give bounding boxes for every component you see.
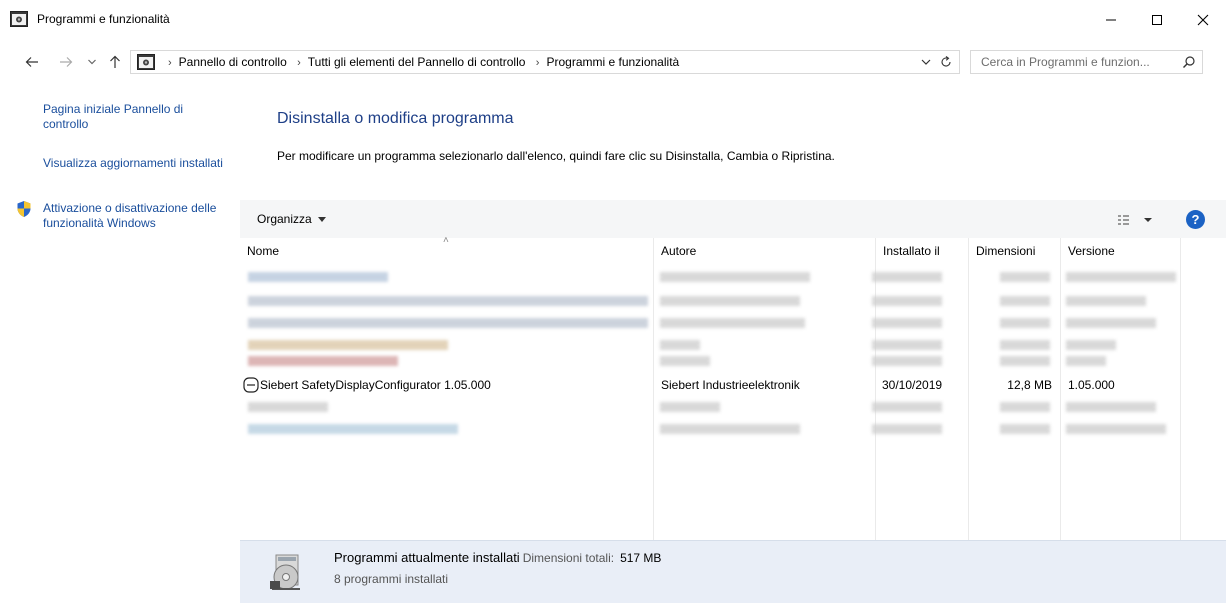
program-size: 12,8 MB <box>1007 378 1052 392</box>
instructions-text: Per modificare un programma selezionarlo… <box>277 149 835 163</box>
up-button[interactable] <box>105 51 125 73</box>
help-button[interactable]: ? <box>1186 210 1205 229</box>
column-header-size[interactable]: Dimensioni <box>969 238 1059 264</box>
recent-locations-button[interactable] <box>82 51 102 73</box>
maximize-icon <box>1152 15 1162 25</box>
column-header-version[interactable]: Versione <box>1061 238 1181 264</box>
breadcrumb-item[interactable]: Pannello di controllo <box>179 55 287 69</box>
details-title: Programmi attualmente installati <box>334 550 520 565</box>
table-row[interactable]: Siebert SafetyDisplayConfigurator 1.05.0… <box>240 374 1226 396</box>
column-header-installed-on[interactable]: Installato il <box>876 238 968 264</box>
minimize-button[interactable] <box>1088 0 1134 40</box>
organize-menu-button[interactable]: Organizza <box>257 212 326 226</box>
sidebar-link-windows-features[interactable]: Attivazione o disattivazione delle funzi… <box>43 201 228 231</box>
table-row-obscured[interactable] <box>240 290 1226 312</box>
close-icon <box>1197 14 1209 26</box>
navigation-bar: › Pannello di controllo › Tutti gli elemen… <box>0 42 1226 82</box>
sidebar-link-view-installed-updates[interactable]: Visualizza aggiornamenti installati <box>43 156 228 171</box>
breadcrumb-separator-icon: › <box>297 57 301 69</box>
breadcrumb-separator-icon: › <box>535 57 540 69</box>
column-header-publisher[interactable]: Autore <box>654 238 874 264</box>
back-button[interactable] <box>22 51 42 73</box>
program-name: Siebert SafetyDisplayConfigurator 1.05.0… <box>260 378 491 392</box>
programs-table: Nome ˄ Autore Installato il Dimensioni V… <box>240 235 1226 540</box>
program-publisher: Siebert Industrieelektronik <box>661 378 800 392</box>
search-input[interactable] <box>971 51 1181 73</box>
caret-down-icon <box>317 217 326 223</box>
back-arrow-icon <box>25 57 38 67</box>
sidebar: Pagina iniziale Pannello di controllo Vi… <box>0 90 240 603</box>
breadcrumb: › Pannello di controllo › Tutti gli elemen… <box>161 55 679 69</box>
forward-button[interactable] <box>56 51 76 73</box>
installed-programs-icon <box>270 554 300 590</box>
table-row-obscured[interactable] <box>240 352 1226 374</box>
details-total-value: 517 MB <box>620 551 662 565</box>
details-total-label: Dimensioni totali: <box>522 551 615 565</box>
minimize-icon <box>1106 19 1116 21</box>
table-row-obscured[interactable] <box>240 418 1226 440</box>
program-version: 1.05.000 <box>1068 378 1115 392</box>
details-program-count: 8 programmi installati <box>334 572 449 586</box>
program-icon <box>243 377 259 393</box>
program-installed-date: 30/10/2019 <box>882 378 943 392</box>
table-row-obscured[interactable] <box>240 312 1226 334</box>
sidebar-link-control-panel-home[interactable]: Pagina iniziale Pannello di controllo <box>43 102 228 132</box>
close-button[interactable] <box>1180 0 1226 40</box>
address-dropdown-icon[interactable] <box>919 54 933 70</box>
breadcrumb-item[interactable]: Programmi e funzionalità <box>546 55 679 69</box>
command-bar: Organizza ? <box>240 200 1226 238</box>
details-summary: Programmi attualmente installati Dimensio… <box>334 550 661 565</box>
details-pane: Programmi attualmente installati Dimensio… <box>240 540 1226 603</box>
refresh-icon[interactable] <box>939 54 953 70</box>
search-icon[interactable] <box>1182 55 1196 69</box>
control-panel-icon <box>137 54 155 70</box>
sort-ascending-icon: ˄ <box>443 235 449 246</box>
forward-arrow-icon <box>60 57 73 67</box>
address-bar[interactable]: › Pannello di controllo › Tutti gli elemen… <box>130 50 960 74</box>
window-title: Programmi e funzionalità <box>37 12 170 26</box>
control-panel-icon <box>10 11 28 27</box>
table-row-obscured[interactable] <box>240 398 1226 420</box>
title-bar: Programmi e funzionalità <box>0 0 1226 40</box>
view-options-icon[interactable] <box>1116 212 1156 228</box>
search-box[interactable] <box>970 50 1203 74</box>
chevron-down-icon <box>88 59 96 65</box>
maximize-button[interactable] <box>1134 0 1180 40</box>
page-title: Disinstalla o modifica programma <box>277 110 514 127</box>
breadcrumb-separator-icon: › <box>168 57 172 69</box>
breadcrumb-item[interactable]: Tutti gli elementi del Pannello di contr… <box>308 55 526 69</box>
uac-shield-icon <box>17 201 31 217</box>
table-row-obscured[interactable] <box>240 266 1226 288</box>
organize-label: Organizza <box>257 212 312 226</box>
up-arrow-icon <box>110 55 120 68</box>
